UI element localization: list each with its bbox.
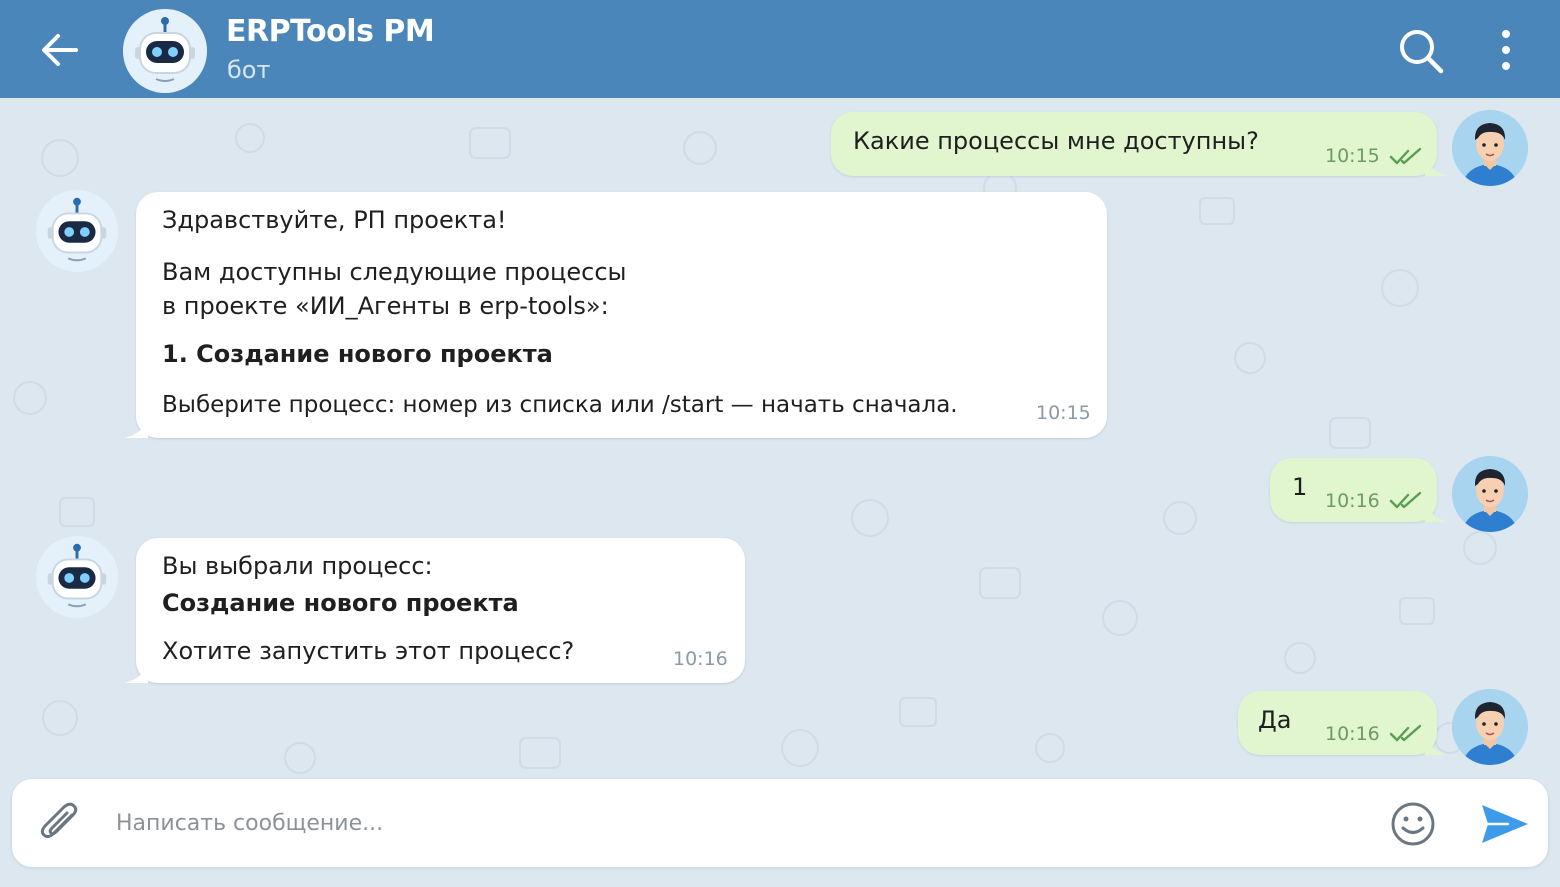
message-time: 10:16 bbox=[673, 648, 728, 670]
smile-icon bbox=[1391, 802, 1435, 846]
message-text: 1 bbox=[1292, 473, 1308, 501]
bot-avatar[interactable] bbox=[123, 9, 207, 93]
chat-header: ERPTools PM бот bbox=[0, 0, 1560, 98]
message-text: Да bbox=[1258, 706, 1292, 734]
process-list-item[interactable]: 1. Создание нового проекта bbox=[162, 340, 553, 368]
bubble-tail bbox=[1425, 733, 1449, 755]
message-text: Какие процессы мне доступны? bbox=[853, 127, 1259, 155]
selected-process-name: Создание нового проекта bbox=[162, 589, 519, 617]
user-avatar[interactable] bbox=[1452, 456, 1528, 532]
chat-subtitle: бот bbox=[227, 56, 271, 84]
double-check-icon bbox=[1389, 147, 1423, 167]
user-avatar[interactable] bbox=[1452, 110, 1528, 186]
message-incoming[interactable]: Здравствуйте, РП проекта! Вам доступны с… bbox=[124, 192, 1107, 438]
send-button[interactable] bbox=[1478, 799, 1532, 849]
message-outgoing[interactable]: 1 10:16 bbox=[1270, 458, 1449, 522]
chat-title[interactable]: ERPTools PM bbox=[226, 14, 435, 49]
message-incoming[interactable]: Вы выбрали процесс: Создание нового прое… bbox=[124, 538, 745, 683]
message-input[interactable] bbox=[116, 801, 1366, 845]
bubble-tail bbox=[124, 416, 148, 438]
bubble-tail bbox=[124, 661, 148, 683]
bot-avatar[interactable] bbox=[36, 536, 118, 618]
message-time: 10:16 bbox=[1325, 723, 1380, 745]
send-icon bbox=[1482, 805, 1528, 843]
message-text-line: в проекте «ИИ_Агенты в erp-tools»: bbox=[162, 292, 609, 320]
message-composer bbox=[12, 779, 1548, 867]
message-prompt: Выберите процесс: номер из списка или /s… bbox=[162, 392, 958, 418]
message-outgoing[interactable]: Да 10:16 bbox=[1238, 691, 1449, 755]
message-time: 10:15 bbox=[1036, 402, 1091, 424]
paperclip-icon bbox=[40, 802, 78, 839]
search-button[interactable] bbox=[1396, 26, 1446, 76]
arrow-left-icon bbox=[42, 34, 78, 66]
message-time: 10:16 bbox=[1325, 490, 1380, 512]
double-check-icon bbox=[1389, 724, 1423, 744]
message-question: Хотите запустить этот процесс? bbox=[162, 637, 575, 665]
emoji-button[interactable] bbox=[1388, 799, 1438, 849]
more-vertical-icon bbox=[1502, 30, 1510, 70]
chat-area[interactable]: Какие процессы мне доступны? 10:15 Здрав… bbox=[0, 98, 1560, 887]
search-icon bbox=[1400, 30, 1444, 74]
message-text-line: Вы выбрали процесс: bbox=[162, 552, 433, 580]
more-menu-button[interactable] bbox=[1490, 26, 1522, 74]
back-button[interactable] bbox=[34, 24, 86, 76]
bubble-tail bbox=[1425, 500, 1449, 522]
message-time: 10:15 bbox=[1325, 145, 1380, 167]
user-avatar[interactable] bbox=[1452, 689, 1528, 765]
bot-avatar[interactable] bbox=[36, 190, 118, 272]
double-check-icon bbox=[1389, 491, 1423, 511]
message-outgoing[interactable]: Какие процессы мне доступны? 10:15 bbox=[831, 112, 1449, 176]
message-greeting: Здравствуйте, РП проекта! bbox=[162, 206, 507, 234]
message-text-line: Вам доступны следующие процессы bbox=[162, 258, 627, 286]
bubble-tail bbox=[1425, 154, 1449, 176]
attach-button[interactable] bbox=[36, 799, 86, 849]
